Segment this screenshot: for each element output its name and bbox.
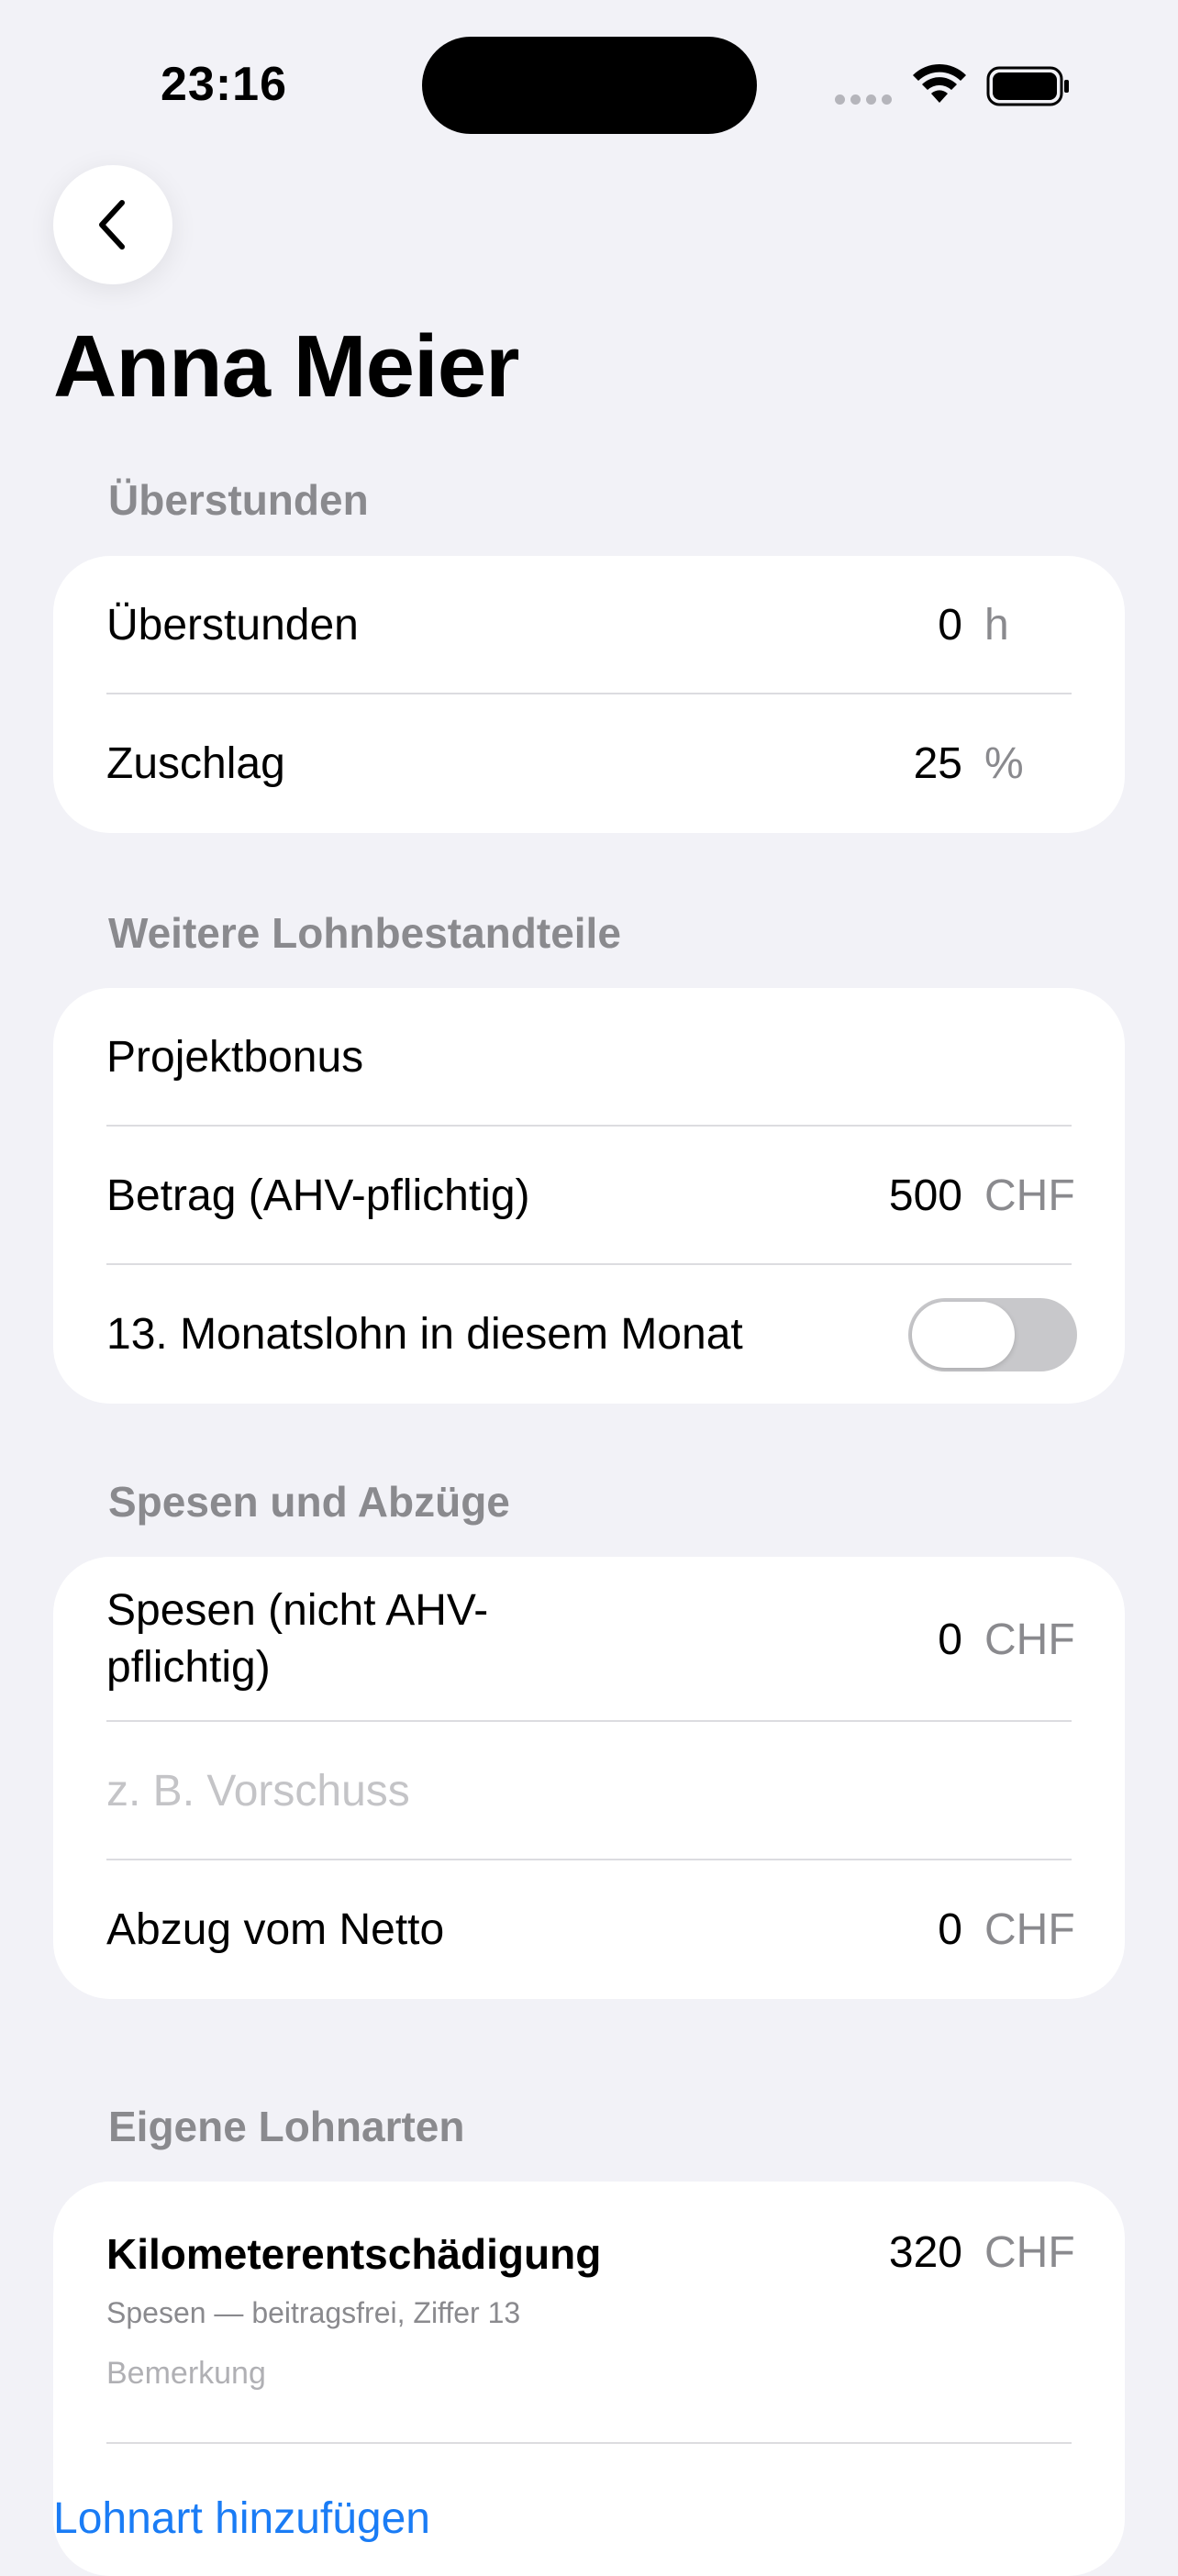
thirteenth-salary-row: 13. Monatslohn in diesem Monat <box>106 1265 1077 1404</box>
overtime-hours-label: Überstunden <box>106 601 359 650</box>
expenses-card: Spesen (nicht AHV-pflichtig) 0 CHF z. B.… <box>53 1557 1125 1999</box>
custom-wage-type-item[interactable]: Kilometerentschädigung Spesen — beitrags… <box>106 2182 1075 2444</box>
battery-icon <box>986 66 1069 106</box>
expenses-unit: CHF <box>984 1615 1075 1664</box>
status-time: 23:16 <box>161 58 287 111</box>
thirteenth-salary-label: 13. Monatslohn in diesem Monat <box>106 1310 743 1359</box>
overtime-surcharge-unit: % <box>984 739 1024 788</box>
expenses-input[interactable]: 0 <box>938 1615 962 1665</box>
section-header-wage-components: Weitere Lohnbestandteile <box>108 909 621 957</box>
overtime-surcharge-input[interactable]: 25 <box>914 738 962 789</box>
cellular-signal-icon <box>835 94 892 105</box>
expenses-row[interactable]: Spesen (nicht AHV-pflichtig) 0 CHF <box>106 1557 1075 1722</box>
thirteenth-salary-toggle[interactable] <box>908 1297 1077 1371</box>
chevron-left-icon <box>99 200 125 250</box>
deduction-unit: CHF <box>984 1905 1075 1954</box>
section-header-overtime: Überstunden <box>108 476 369 524</box>
custom-wage-type-value-input[interactable]: 320 <box>889 2227 962 2278</box>
bonus-name-row[interactable]: Projektbonus <box>106 988 1072 1127</box>
wage-components-card: Projektbonus Betrag (AHV-pflichtig) 500 … <box>53 988 1125 1404</box>
overtime-hours-row[interactable]: Überstunden 0 h <box>106 556 1072 694</box>
wifi-icon <box>913 63 966 103</box>
add-wage-type-button[interactable]: Lohnart hinzufügen <box>53 2493 430 2544</box>
section-header-expenses: Spesen und Abzüge <box>108 1478 510 1526</box>
section-header-custom-wage-types: Eigene Lohnarten <box>108 2103 465 2150</box>
dynamic-island <box>422 37 757 134</box>
deduction-label: Abzug vom Netto <box>106 1905 445 1954</box>
custom-wage-type-unit: CHF <box>984 2228 1075 2277</box>
custom-wage-type-subtitle: Spesen — beitragsfrei, Ziffer 13 <box>106 2296 521 2329</box>
deduction-note-row[interactable]: z. B. Vorschuss <box>106 1722 1072 1860</box>
bonus-amount-label: Betrag (AHV-pflichtig) <box>106 1171 530 1220</box>
expenses-label: Spesen (nicht AHV-pflichtig) <box>106 1586 489 1692</box>
custom-wage-type-title: Kilometerentschädigung <box>106 2230 602 2278</box>
back-button[interactable] <box>53 165 172 284</box>
bonus-amount-input[interactable]: 500 <box>889 1171 962 1221</box>
bonus-amount-row[interactable]: Betrag (AHV-pflichtig) 500 CHF <box>106 1127 1075 1265</box>
overtime-hours-input[interactable]: 0 <box>938 600 962 650</box>
page-title: Anna Meier <box>53 317 519 416</box>
overtime-hours-unit: h <box>984 601 1009 650</box>
deduction-row[interactable]: Abzug vom Netto 0 CHF <box>106 1860 1075 1999</box>
bonus-name-input[interactable]: Projektbonus <box>106 1032 363 1083</box>
toggle-knob <box>912 1301 1015 1368</box>
bonus-amount-unit: CHF <box>984 1171 1075 1220</box>
overtime-surcharge-label: Zuschlag <box>106 739 285 788</box>
overtime-surcharge-row[interactable]: Zuschlag 25 % <box>106 694 1072 833</box>
deduction-input[interactable]: 0 <box>938 1904 962 1955</box>
deduction-note-input[interactable]: z. B. Vorschuss <box>106 1766 410 1816</box>
overtime-card: Überstunden 0 h Zuschlag 25 % <box>53 556 1125 833</box>
status-bar: 23:16 <box>0 0 1178 138</box>
custom-wage-type-note-input[interactable]: Bemerkung <box>106 2356 266 2392</box>
